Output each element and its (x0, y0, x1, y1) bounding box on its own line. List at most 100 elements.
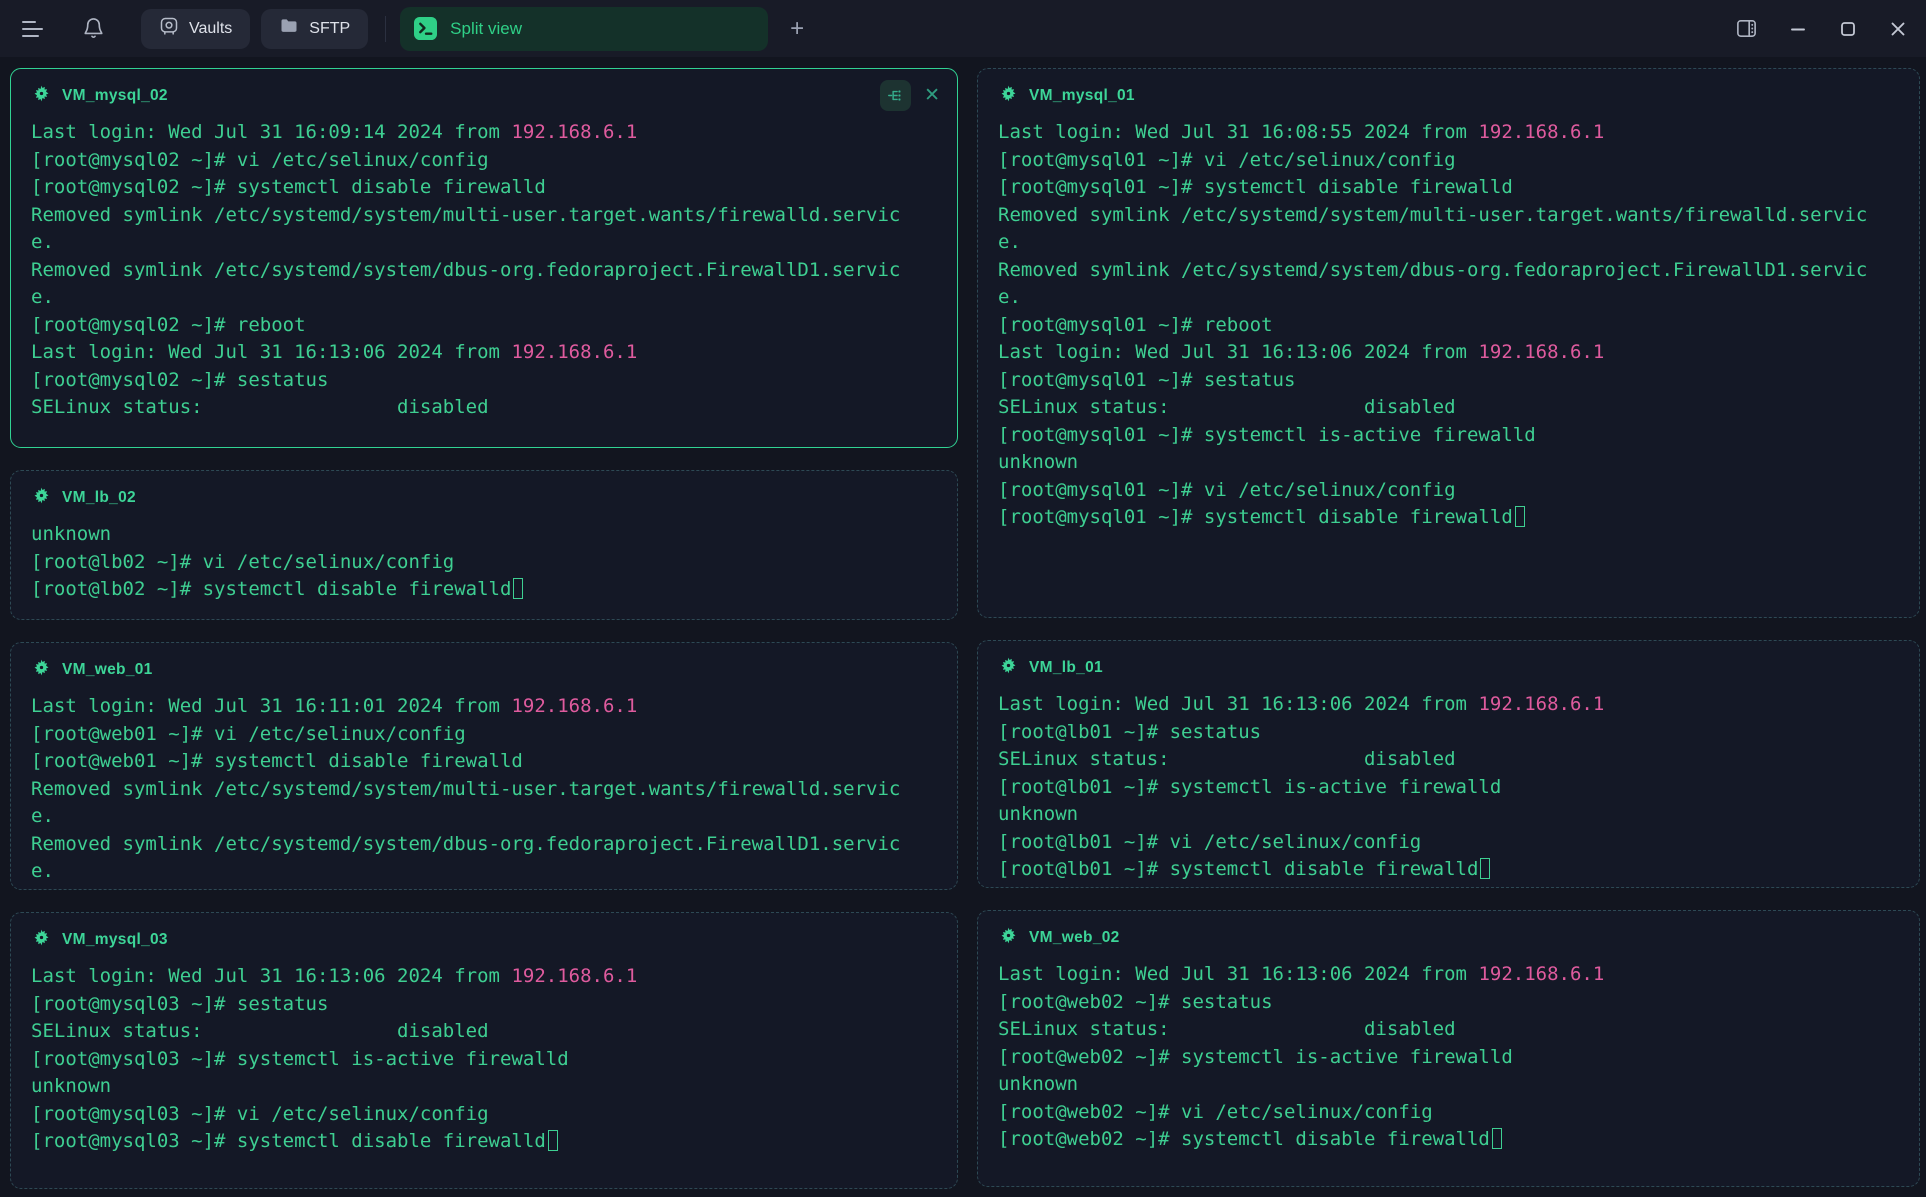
terminal-line: unknown (31, 521, 937, 549)
terminal-cursor (548, 1130, 558, 1151)
terminal-line: Removed symlink /etc/systemd/system/mult… (31, 776, 937, 804)
panel-title: VM_lb_01 (1029, 659, 1103, 677)
panel-title: VM_mysql_03 (62, 931, 168, 949)
terminal-panel-vm-mysql-03[interactable]: VM_mysql_03 Last login: Wed Jul 31 16:13… (10, 912, 958, 1189)
terminal-output-vm-mysql-03[interactable]: Last login: Wed Jul 31 16:13:06 2024 fro… (11, 951, 957, 1170)
terminal-line: [root@web02 ~]# systemctl is-active fire… (998, 1044, 1899, 1072)
terminal-line: [root@mysql01 ~]# systemctl disable fire… (998, 174, 1899, 202)
gear-icon (32, 928, 51, 952)
terminal-tab-icon (414, 17, 437, 40)
panel-close-icon[interactable]: ✕ (920, 82, 944, 109)
terminal-line: [root@mysql02 ~]# sestatus (31, 367, 937, 395)
panel-actions: ✕ (880, 80, 944, 111)
vaults-button[interactable]: Vaults (141, 9, 250, 49)
terminal-panel-vm-mysql-02[interactable]: VM_mysql_02 ✕ Last login: Wed Jul 31 16:… (10, 68, 958, 448)
terminal-line: unknown (998, 1071, 1899, 1099)
terminal-panel-vm-web-02[interactable]: VM_web_02 Last login: Wed Jul 31 16:13:0… (977, 910, 1920, 1187)
terminal-line: Removed symlink /etc/systemd/system/mult… (31, 202, 937, 230)
terminal-line: [root@web02 ~]# systemctl disable firewa… (998, 1126, 1899, 1154)
left-column: VM_mysql_02 ✕ Last login: Wed Jul 31 16:… (10, 68, 958, 1189)
terminal-line: Removed symlink /etc/systemd/system/mult… (998, 202, 1899, 230)
panel-title: VM_web_01 (62, 661, 153, 679)
terminal-line: Last login: Wed Jul 31 16:09:14 2024 fro… (31, 119, 937, 147)
terminal-output-vm-web-02[interactable]: Last login: Wed Jul 31 16:13:06 2024 fro… (978, 949, 1919, 1168)
gear-icon (32, 486, 51, 510)
panel-header: VM_mysql_03 (11, 913, 957, 951)
maximize-icon[interactable] (1838, 19, 1858, 39)
terminal-line: [root@lb02 ~]# vi /etc/selinux/config (31, 549, 937, 577)
terminal-line: [root@mysql01 ~]# systemctl disable fire… (998, 504, 1899, 532)
terminal-line: [root@lb02 ~]# systemctl disable firewal… (31, 576, 937, 604)
split-view-workspace: VM_mysql_02 ✕ Last login: Wed Jul 31 16:… (0, 57, 1926, 1197)
folder-icon (279, 16, 299, 41)
terminal-line: [root@lb01 ~]# sestatus (998, 719, 1899, 747)
terminal-line: [root@lb01 ~]# systemctl disable firewal… (998, 856, 1899, 884)
terminal-line: Last login: Wed Jul 31 16:08:55 2024 fro… (998, 119, 1899, 147)
panel-header: VM_web_01 (11, 643, 957, 681)
vaults-button-label: Vaults (189, 20, 232, 38)
terminal-line: e. (31, 284, 937, 312)
terminal-line: [root@web02 ~]# vi /etc/selinux/config (998, 1099, 1899, 1127)
terminal-line: [root@lb01 ~]# vi /etc/selinux/config (998, 829, 1899, 857)
minimize-icon[interactable] (1788, 19, 1808, 39)
terminal-line: unknown (998, 801, 1899, 829)
panel-title: VM_mysql_01 (1029, 87, 1135, 105)
terminal-line: e. (998, 284, 1899, 312)
topbar: Vaults SFTP Split view + (0, 0, 1926, 57)
terminal-line: [root@mysql01 ~]# reboot (998, 312, 1899, 340)
terminal-line: SELinux status: disabled (31, 1018, 937, 1046)
terminal-output-vm-lb-01[interactable]: Last login: Wed Jul 31 16:13:06 2024 fro… (978, 679, 1919, 888)
terminal-line: [root@mysql02 ~]# systemctl disable fire… (31, 174, 937, 202)
panel-header: VM_lb_02 (11, 471, 957, 509)
terminal-line: [root@web01 ~]# systemctl disable firewa… (31, 748, 937, 776)
split-layout-icon[interactable] (1735, 17, 1758, 40)
panel-header: VM_lb_01 (978, 641, 1919, 679)
gear-icon (999, 926, 1018, 950)
terminal-line: [root@mysql01 ~]# systemctl is-active fi… (998, 422, 1899, 450)
terminal-line: SELinux status: disabled (31, 394, 937, 422)
panel-title: VM_web_02 (1029, 929, 1120, 947)
new-tab-button[interactable]: + (790, 15, 804, 43)
terminal-panel-vm-lb-01[interactable]: VM_lb_01 Last login: Wed Jul 31 16:13:06… (977, 640, 1920, 888)
terminal-line: [root@mysql01 ~]# vi /etc/selinux/config (998, 147, 1899, 175)
gear-icon (999, 656, 1018, 680)
terminal-output-vm-web-01[interactable]: Last login: Wed Jul 31 16:11:01 2024 fro… (11, 681, 957, 890)
terminal-line: SELinux status: disabled (998, 1016, 1899, 1044)
broadcast-input-icon[interactable] (880, 80, 911, 111)
window-controls (1735, 17, 1908, 40)
notifications-bell-icon[interactable] (82, 17, 105, 40)
terminal-line: [root@lb01 ~]# systemctl is-active firew… (998, 774, 1899, 802)
terminal-output-vm-lb-02[interactable]: unknown[root@lb02 ~]# vi /etc/selinux/co… (11, 509, 957, 618)
panel-header: VM_mysql_01 (978, 69, 1919, 107)
terminal-line: [root@mysql02 ~]# reboot (31, 312, 937, 340)
close-icon[interactable] (1888, 19, 1908, 39)
terminal-panel-vm-mysql-01[interactable]: VM_mysql_01 Last login: Wed Jul 31 16:08… (977, 68, 1920, 618)
terminal-line: Last login: Wed Jul 31 16:13:06 2024 fro… (31, 963, 937, 991)
terminal-output-vm-mysql-01[interactable]: Last login: Wed Jul 31 16:08:55 2024 fro… (978, 107, 1919, 546)
gear-icon (32, 658, 51, 682)
terminal-line: unknown (998, 449, 1899, 477)
terminal-line: Removed symlink /etc/systemd/system/dbus… (998, 257, 1899, 285)
terminal-line: [root@mysql01 ~]# vi /etc/selinux/config (998, 477, 1899, 505)
terminal-line: e. (31, 803, 937, 831)
terminal-panel-vm-web-01[interactable]: VM_web_01 Last login: Wed Jul 31 16:11:0… (10, 642, 958, 890)
terminal-line: e. (31, 858, 937, 886)
terminal-line: SELinux status: disabled (998, 746, 1899, 774)
panel-header: VM_mysql_02 (11, 69, 957, 107)
terminal-line: e. (31, 229, 937, 257)
hamburger-menu-icon[interactable] (22, 21, 44, 37)
tab-split-view-label: Split view (450, 19, 522, 39)
terminal-line: [root@web01 ~]# vi /etc/selinux/config (31, 721, 937, 749)
terminal-line: Last login: Wed Jul 31 16:13:06 2024 fro… (998, 961, 1899, 989)
terminal-cursor (1515, 506, 1525, 527)
terminal-line: e. (998, 229, 1899, 257)
sftp-button[interactable]: SFTP (261, 9, 368, 49)
terminal-output-vm-mysql-02[interactable]: Last login: Wed Jul 31 16:09:14 2024 fro… (11, 107, 957, 436)
terminal-line: [root@mysql03 ~]# sestatus (31, 991, 937, 1019)
terminal-line: Last login: Wed Jul 31 16:11:01 2024 fro… (31, 693, 937, 721)
terminal-panel-vm-lb-02[interactable]: VM_lb_02 unknown[root@lb02 ~]# vi /etc/s… (10, 470, 958, 620)
terminal-line: [root@mysql03 ~]# systemctl disable fire… (31, 1128, 937, 1156)
terminal-line: Last login: Wed Jul 31 16:13:06 2024 fro… (998, 339, 1899, 367)
terminal-line: [root@mysql03 ~]# systemctl is-active fi… (31, 1046, 937, 1074)
tab-split-view[interactable]: Split view (400, 7, 768, 51)
